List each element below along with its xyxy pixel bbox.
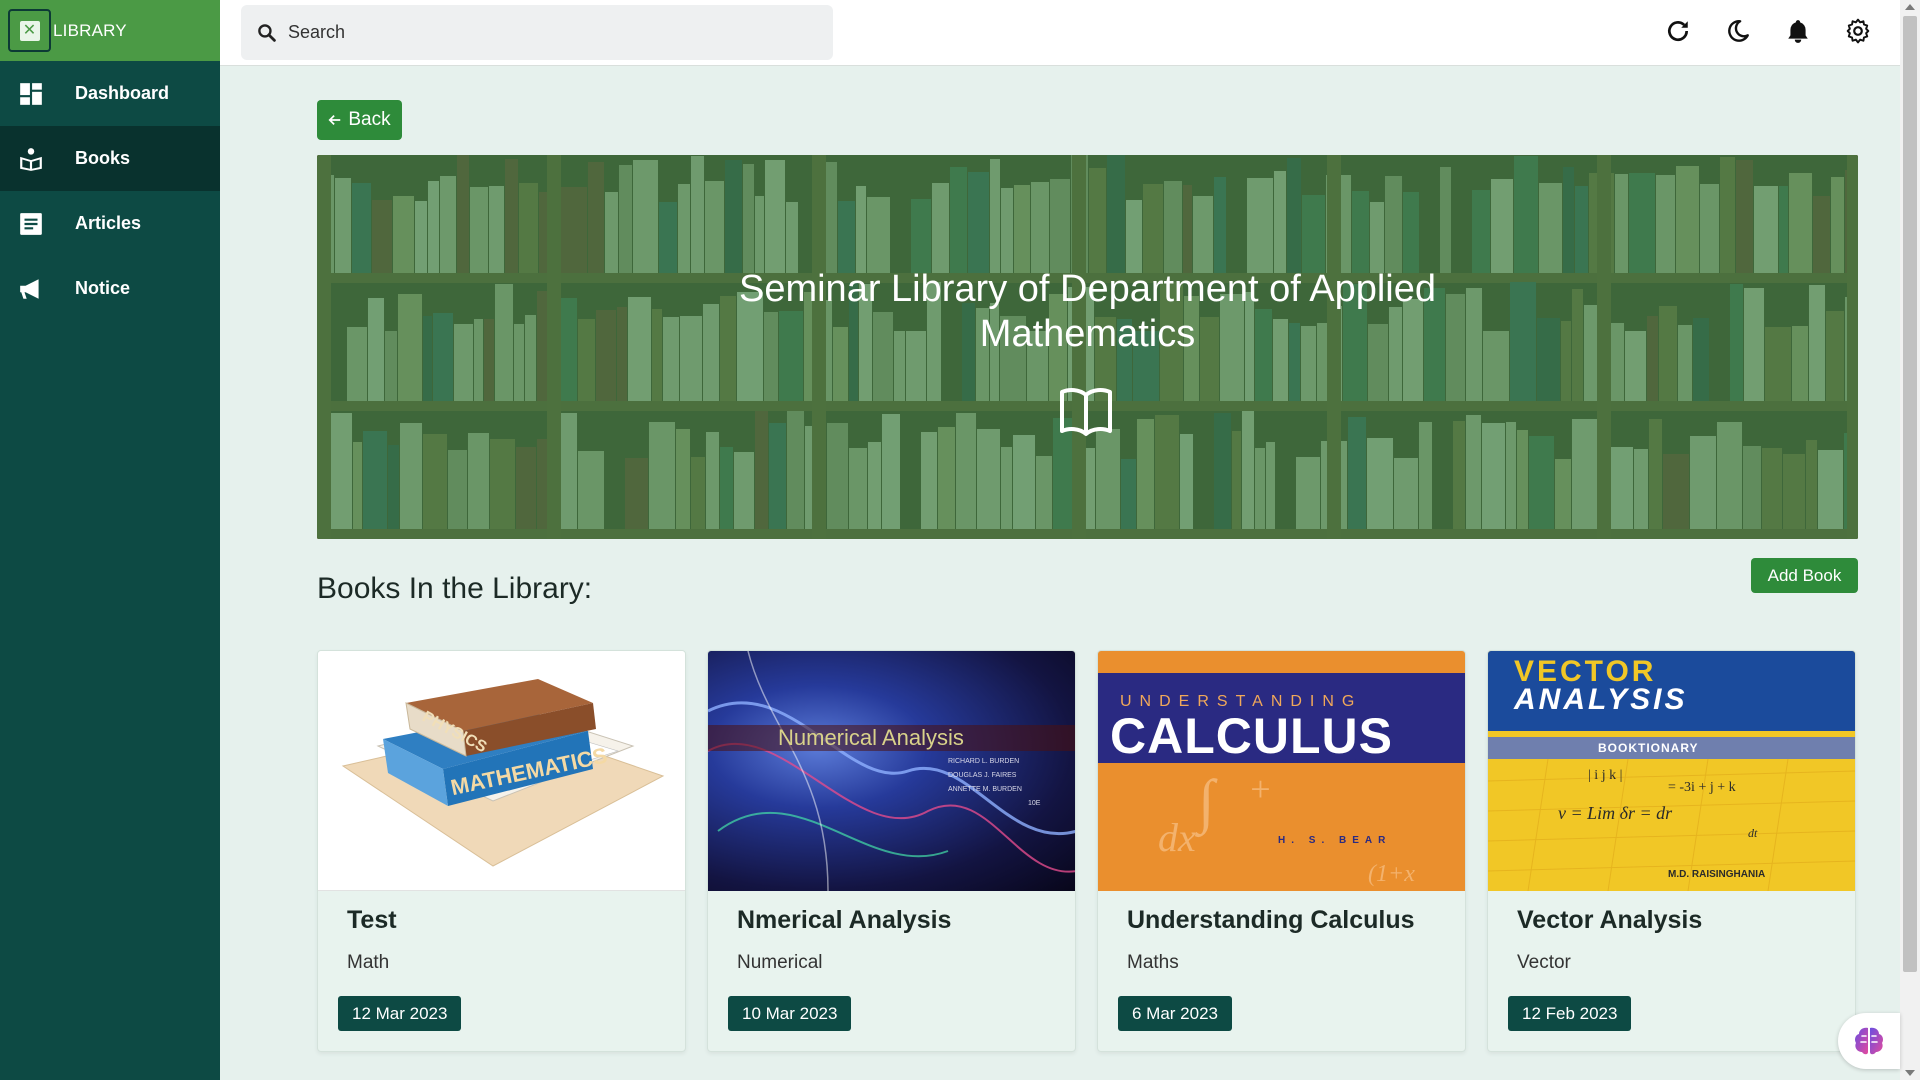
sidebar: ✕ LIBRARY Dashboard Books Articles Notic… [0, 0, 220, 1080]
book-card[interactable]: VECTOR ANALYSIS BOOKTIONARY | i j k | = … [1487, 650, 1856, 1052]
svg-text:= -3i + j + k: = -3i + j + k [1668, 780, 1736, 795]
bell-icon[interactable] [1784, 16, 1812, 46]
back-button[interactable]: Back [317, 100, 402, 140]
book-subject: Math [347, 952, 390, 973]
book-card[interactable]: UNDERSTANDING CALCULUS SECOND EDITION ∫ … [1097, 650, 1466, 1052]
book-title[interactable]: Nmerical Analysis [737, 906, 951, 935]
cover-author: DOUGLAS J. FAIRES [948, 772, 1017, 779]
book-cover-image[interactable]: MATHEMATICS PHYSICS [318, 651, 685, 891]
moon-icon[interactable] [1724, 16, 1752, 46]
book-cover-image[interactable]: UNDERSTANDING CALCULUS SECOND EDITION ∫ … [1098, 651, 1465, 891]
svg-text:(1+x: (1+x [1368, 861, 1415, 887]
sidebar-item-dashboard[interactable]: Dashboard [0, 61, 220, 126]
dashboard-icon [0, 81, 75, 107]
book-title[interactable]: Vector Analysis [1517, 906, 1702, 935]
refresh-icon[interactable] [1664, 16, 1692, 46]
article-icon [0, 211, 75, 237]
book-title[interactable]: Understanding Calculus [1127, 906, 1415, 935]
sidebar-item-articles[interactable]: Articles [0, 191, 220, 256]
sidebar-item-notice[interactable]: Notice [0, 256, 220, 321]
open-book-icon [1060, 388, 1112, 436]
svg-text:+: + [1248, 769, 1272, 809]
cover-text-main: Numerical Analysis [778, 725, 964, 750]
back-button-label: Back [348, 109, 391, 130]
sidebar-item-label: Books [75, 148, 131, 168]
sidebar-item-label: Dashboard [75, 83, 170, 103]
book-card[interactable]: MATHEMATICS PHYSICS Test Math 12 Mar 202… [317, 650, 686, 1052]
svg-text:v = Lim δr = dr: v = Lim δr = dr [1558, 803, 1673, 823]
hero-title: Seminar Library of Department of Applied… [738, 268, 1437, 355]
gear-icon[interactable] [1844, 16, 1872, 46]
megaphone-icon [0, 276, 75, 302]
brain-icon [1855, 1027, 1883, 1055]
scroll-up-icon[interactable] [1905, 4, 1915, 10]
cover-author: RICHARD L. BURDEN [948, 758, 1020, 765]
search-input[interactable] [288, 22, 788, 43]
brand-label: LIBRARY [53, 20, 127, 40]
svg-text:∫: ∫ [1195, 768, 1218, 838]
book-card[interactable]: Numerical Analysis RICHARD L. BURDEN DOU… [707, 650, 1076, 1052]
book-date-badge: 12 Mar 2023 [338, 996, 462, 1031]
topbar [220, 0, 1900, 66]
svg-text:| i j k |: | i j k | [1588, 768, 1622, 783]
svg-text:dt: dt [1748, 826, 1758, 840]
cover-author: H. S. BEAR [1278, 835, 1392, 846]
assistant-button[interactable] [1838, 1013, 1900, 1069]
section-title: Books In the Library: [317, 572, 593, 605]
cover-edition: 10E [1028, 800, 1041, 807]
sidebar-item-books[interactable]: Books [0, 126, 220, 191]
book-list: MATHEMATICS PHYSICS Test Math 12 Mar 202… [317, 650, 1856, 1052]
book-date-badge: 12 Feb 2023 [1508, 996, 1632, 1031]
book-subject: Numerical [737, 952, 823, 973]
sidebar-item-label: Articles [75, 213, 142, 233]
scroll-down-icon[interactable] [1905, 1070, 1915, 1076]
arrow-left-icon [328, 115, 341, 125]
add-book-button[interactable]: Add Book [1751, 558, 1858, 593]
search-bar[interactable] [241, 5, 833, 60]
book-subject: Vector [1517, 952, 1571, 973]
book-subject: Maths [1127, 952, 1179, 973]
book-cover-image[interactable]: Numerical Analysis RICHARD L. BURDEN DOU… [708, 651, 1075, 891]
sidebar-item-label: Notice [75, 278, 131, 298]
book-title[interactable]: Test [347, 906, 397, 935]
book-reader-icon [0, 146, 75, 172]
cover-author: M.D. RAISINGHANIA [1668, 869, 1766, 880]
search-icon [258, 24, 276, 42]
page-scrollbar[interactable] [1900, 0, 1920, 1080]
topbar-actions [1664, 16, 1872, 46]
cover-author: ANNETTE M. BURDEN [948, 786, 1022, 793]
book-date-badge: 6 Mar 2023 [1118, 996, 1232, 1031]
hero-banner: Seminar Library of Department of Applied… [317, 155, 1858, 539]
book-cover-image[interactable]: VECTOR ANALYSIS BOOKTIONARY | i j k | = … [1488, 651, 1855, 891]
svg-text:dx: dx [1158, 815, 1196, 860]
brand[interactable]: ✕ LIBRARY [0, 0, 220, 61]
book-date-badge: 10 Mar 2023 [728, 996, 852, 1031]
scroll-thumb[interactable] [1903, 16, 1917, 972]
brand-logo-icon[interactable]: ✕ [8, 9, 51, 52]
